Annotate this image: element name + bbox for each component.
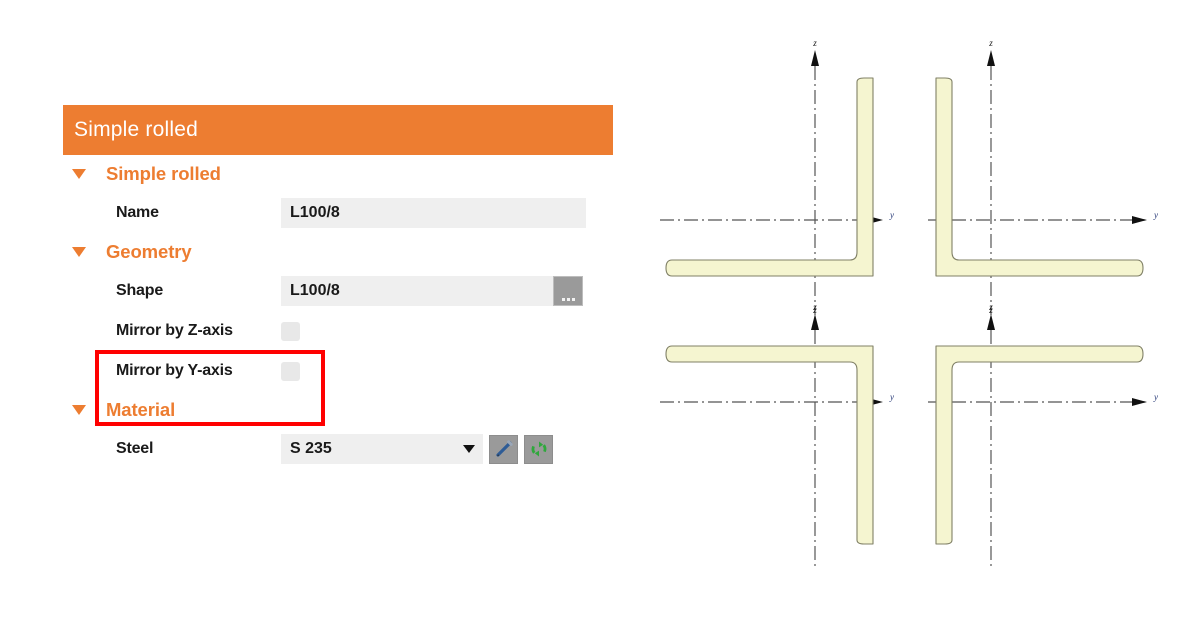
L-profile-outline (935, 77, 1144, 277)
ellipsis-icon (561, 298, 575, 301)
field-row-mirror-y: Mirror by Y-axis (63, 351, 613, 391)
axis-y-arrow (1132, 216, 1147, 224)
axis-y-label: y (889, 210, 894, 220)
edit-material-button[interactable] (489, 434, 518, 464)
label-mirror-by-y-axis: Mirror by Y-axis (116, 362, 233, 379)
axis-y-label: y (1153, 210, 1158, 220)
L-profile-outline (665, 77, 874, 277)
shape-browse-button[interactable] (553, 276, 583, 306)
group-title-simple-rolled: Simple rolled (106, 163, 221, 184)
group-title-material: Material (106, 399, 176, 420)
L-section-mirrored-by-z: z z y (910, 20, 1200, 320)
label-steel: Steel (116, 440, 154, 457)
label-shape: Shape (116, 282, 164, 299)
refresh-icon (531, 441, 546, 457)
triangle-down-icon[interactable] (72, 169, 86, 179)
axis-z-label: z (812, 38, 817, 48)
checkbox-mirror-by-y-axis[interactable] (281, 361, 300, 381)
axis-z-arrow (811, 314, 819, 330)
axis-z-arrow (811, 50, 819, 66)
property-panel: Simple rolled Simple rolled Name L100/8 … (63, 105, 613, 469)
group-header-geometry[interactable]: Geometry (63, 233, 613, 271)
axis-y-arrow (1132, 398, 1147, 406)
axis-z-label: z (988, 38, 993, 48)
L-profile-outline (935, 345, 1144, 545)
L-section-mirrored-by-z-and-y: z y (910, 290, 1200, 590)
panel-header-title: Simple rolled (63, 105, 613, 155)
axis-y-label: y (889, 392, 894, 402)
checkbox-mirror-by-z-axis[interactable] (281, 321, 300, 341)
axis-z-label: z (812, 302, 817, 312)
L-section-mirrored-by-y: z y (640, 290, 930, 590)
input-shape[interactable]: L100/8 (281, 276, 553, 306)
group-header-material[interactable]: Material (63, 391, 613, 429)
axis-z-arrow (987, 314, 995, 330)
triangle-down-icon[interactable] (72, 247, 86, 257)
group-title-geometry: Geometry (106, 241, 192, 262)
axis-z-arrow (987, 50, 995, 66)
axis-y-label: y (1153, 392, 1158, 402)
input-name[interactable]: L100/8 (281, 198, 586, 228)
field-row-name: Name L100/8 (63, 193, 613, 233)
axis-z-label: z (988, 302, 993, 312)
label-mirror-by-z-axis: Mirror by Z-axis (116, 322, 233, 339)
chevron-down-icon[interactable] (463, 445, 475, 453)
edit-pencil-icon (495, 440, 513, 457)
L-section-original: z z y (640, 20, 930, 320)
triangle-down-icon[interactable] (72, 405, 86, 415)
refresh-material-button[interactable] (524, 434, 553, 464)
group-header-simple-rolled[interactable]: Simple rolled (63, 155, 613, 193)
cross-section-preview: z z y z z y z y z y (620, 0, 1200, 630)
L-profile-outline (665, 345, 874, 545)
field-row-mirror-z: Mirror by Z-axis (63, 311, 613, 351)
field-row-shape: Shape L100/8 (63, 271, 613, 311)
dropdown-steel[interactable]: S 235 (281, 434, 483, 464)
label-name: Name (116, 204, 159, 221)
dropdown-steel-value: S 235 (290, 440, 332, 457)
field-row-steel: Steel S 235 (63, 429, 613, 469)
